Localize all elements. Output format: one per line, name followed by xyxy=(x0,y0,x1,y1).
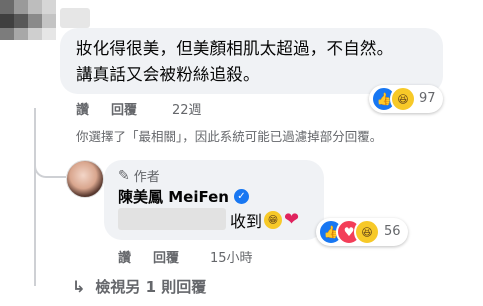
grinning-face-icon: 😁 xyxy=(264,211,283,229)
reaction-count: 97 xyxy=(419,91,436,106)
thread-line xyxy=(34,108,36,286)
commenter-avatar[interactable] xyxy=(0,0,56,40)
pen-icon: ✎ xyxy=(118,167,130,184)
reply-arrow-icon: ↳ xyxy=(72,277,86,296)
laughing-face-icon: 😆 xyxy=(390,86,416,112)
like-button[interactable]: 讚 xyxy=(118,247,131,266)
thread-connector xyxy=(34,160,66,178)
comment-text: 妝化得很美，但美顏相肌太超過，不自然。 講真話又会被粉絲追殺。 xyxy=(76,36,436,88)
heart-icon: ❤ xyxy=(284,209,300,230)
comment-line-1: 妝化得很美，但美顏相肌太超過，不自然。 xyxy=(76,39,394,58)
comment-time[interactable]: 22週 xyxy=(172,103,202,118)
view-more-replies-label[interactable]: 檢視另 1 則回覆 xyxy=(95,276,206,297)
comment-reactions[interactable]: 👍 😆 97 xyxy=(369,85,443,113)
blurred-mention xyxy=(118,208,226,230)
author-badge: ✎ 作者 xyxy=(118,166,160,186)
reply-time[interactable]: 15小時 xyxy=(210,251,253,266)
view-more-replies-button[interactable]: ↳ 檢視另 1 則回覆 xyxy=(72,276,206,297)
reply-text-label: 收到 xyxy=(230,212,263,231)
reply-button[interactable]: 回覆 xyxy=(111,99,137,118)
reply-author-name[interactable]: 陳美鳳 MeiFen ✓ xyxy=(118,186,249,207)
blurred-commenter-name xyxy=(60,8,90,28)
reply-timestamp[interactable]: 15小時 xyxy=(210,247,253,266)
reply-author-label[interactable]: 陳美鳳 MeiFen xyxy=(118,186,229,207)
author-avatar[interactable] xyxy=(66,160,104,198)
reaction-count: 56 xyxy=(384,224,401,239)
reply-button[interactable]: 回覆 xyxy=(153,247,179,266)
comment-timestamp[interactable]: 22週 xyxy=(172,99,202,118)
verified-check-icon: ✓ xyxy=(233,189,249,204)
filter-notice: 你選擇了「最相關」，因此系統可能已過濾掉部分回覆。 xyxy=(76,129,383,144)
author-tag-label: 作者 xyxy=(133,170,160,185)
laughing-face-icon: 😆 xyxy=(354,219,380,245)
reply-text: 收到 😁 ❤ xyxy=(230,208,299,232)
reply-reactions[interactable]: 👍 ♥ 😆 56 xyxy=(316,218,408,246)
like-button[interactable]: 讚 xyxy=(76,99,89,118)
